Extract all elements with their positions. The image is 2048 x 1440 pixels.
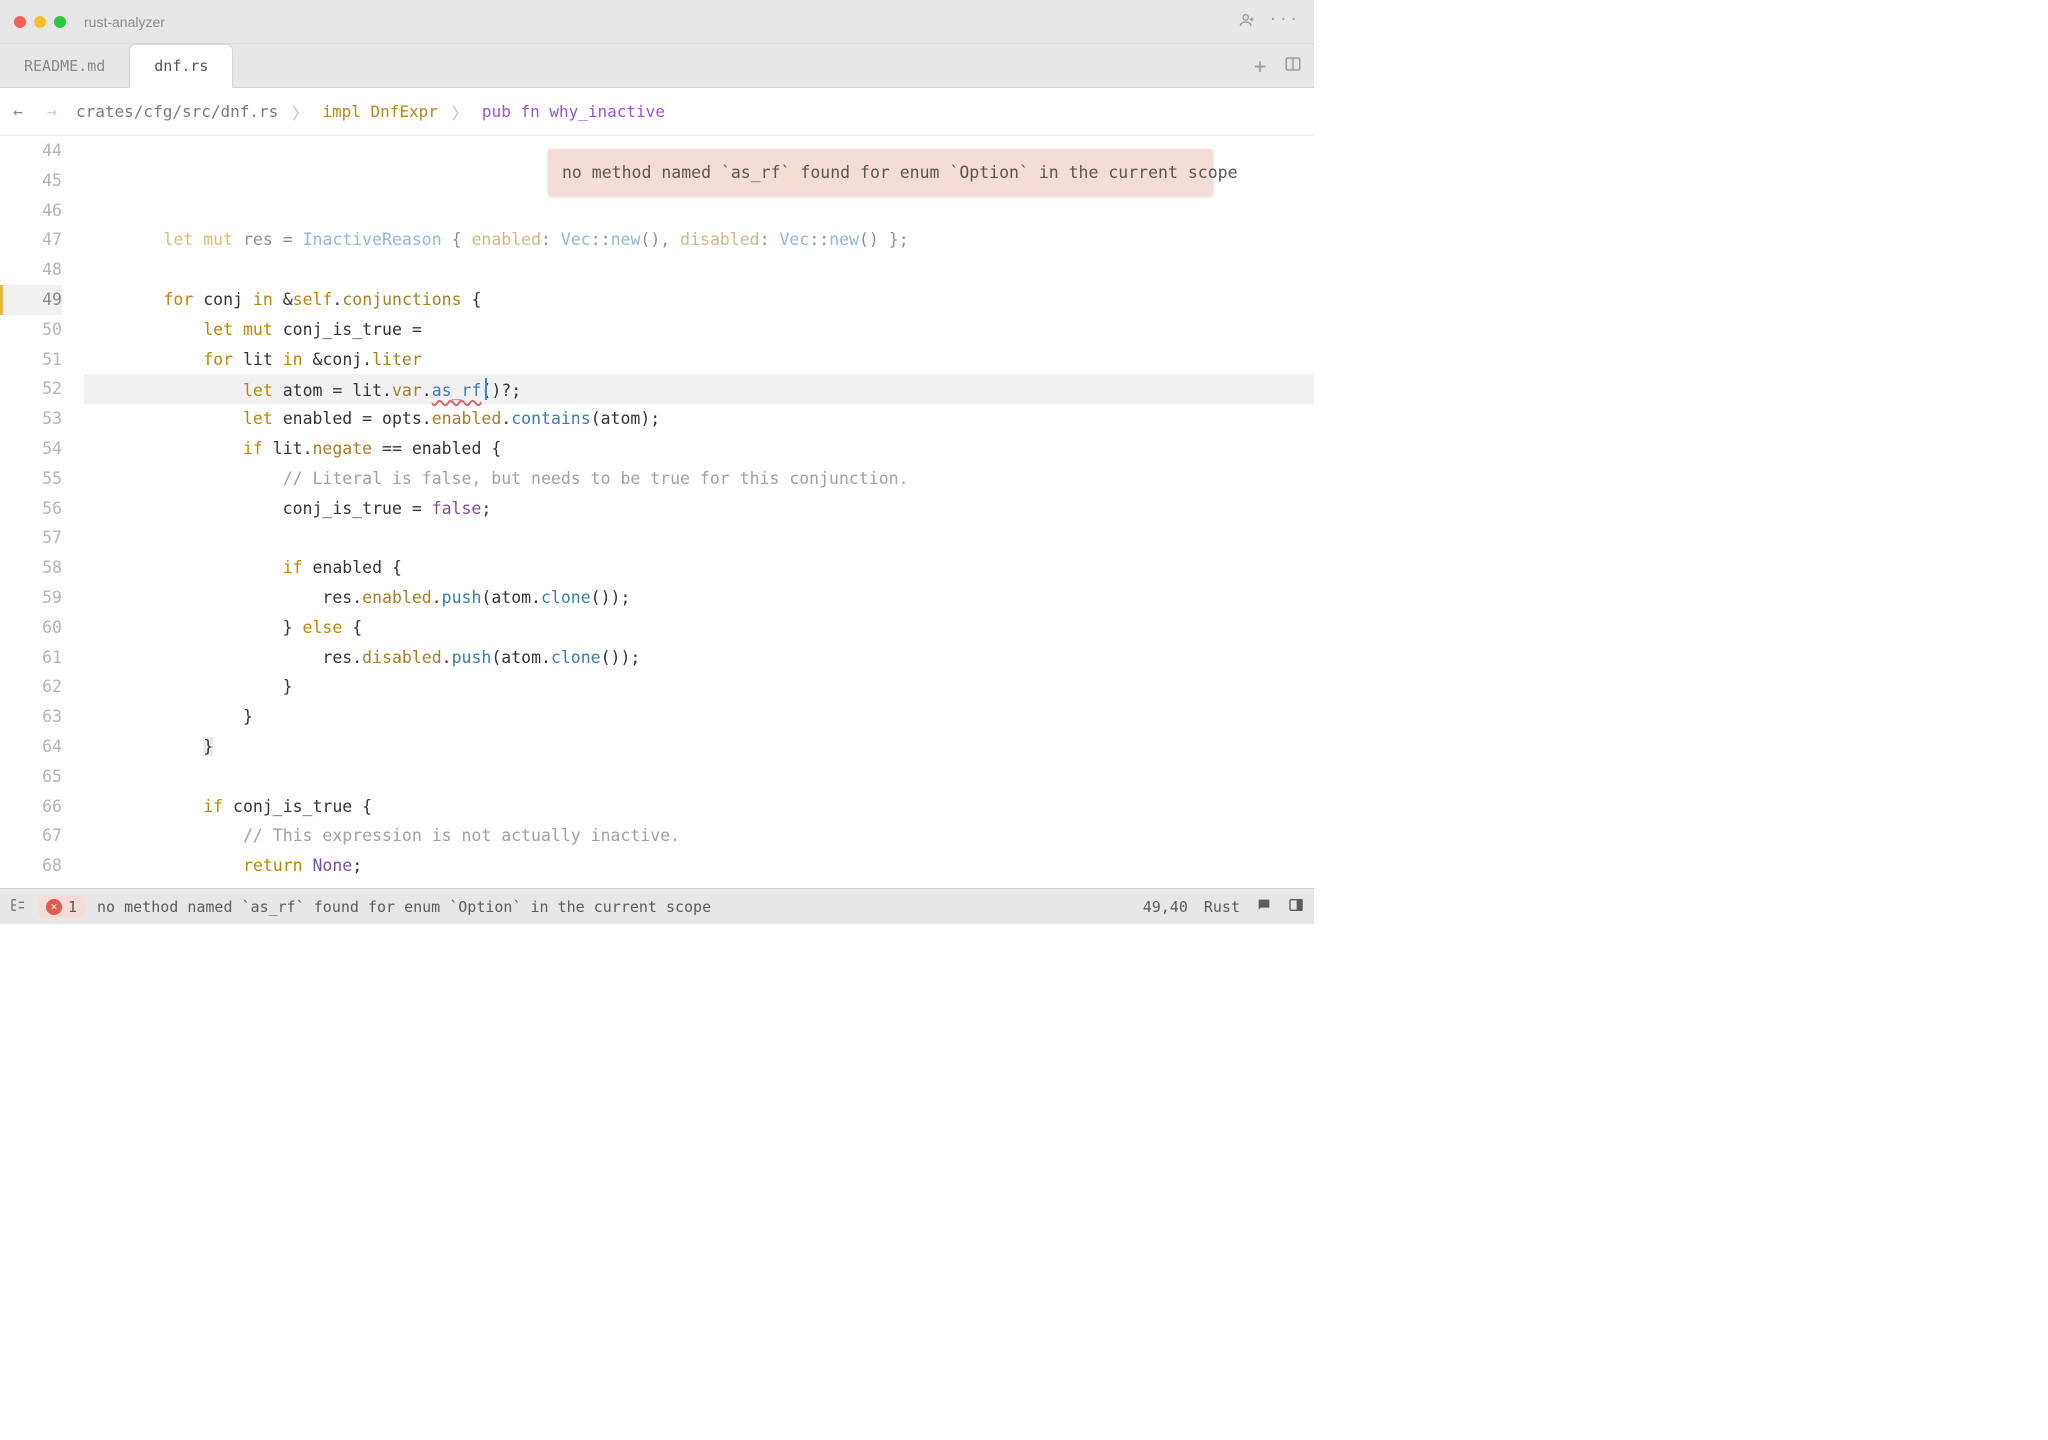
titlebar: rust-analyzer ··· [0,0,1314,44]
app-title: rust-analyzer [84,14,165,30]
error-count: 1 [68,898,77,916]
code-line[interactable]: } else { [84,613,1314,643]
code-line[interactable]: } [84,881,1314,888]
code-line[interactable] [84,523,1314,553]
add-user-icon[interactable] [1239,12,1255,32]
code-line[interactable]: let enabled = opts.enabled.contains(atom… [84,404,1314,434]
new-tab-button[interactable]: + [1244,54,1276,78]
project-tree-icon[interactable] [10,897,26,917]
nav-back-button[interactable]: ← [8,102,28,121]
code-line[interactable]: res.enabled.push(atom.clone()); [84,583,1314,613]
code-line[interactable]: conj_is_true = false; [84,494,1314,524]
code-line[interactable]: } [84,672,1314,702]
code-line[interactable]: if enabled { [84,553,1314,583]
language-mode[interactable]: Rust [1204,898,1240,916]
window-traffic-lights [14,16,66,28]
code-line[interactable]: for conj in &self.conjunctions { [84,285,1314,315]
code-line[interactable]: if conj_is_true { [84,792,1314,822]
diagnostic-hover: no method named `as_rf` found for enum `… [548,149,1213,196]
chevron-right-icon: 〉 [452,100,468,124]
code-line[interactable]: // This expression is not actually inact… [84,821,1314,851]
code-line[interactable]: let mut res = InactiveReason { enabled: … [84,225,1314,255]
chevron-right-icon: 〉 [292,100,308,124]
status-bar: ✕ 1 no method named `as_rf` found for en… [0,888,1314,924]
split-editor-icon[interactable] [1284,55,1302,77]
breadcrumb-path[interactable]: crates/cfg/src/dnf.rs [76,102,278,121]
code-line[interactable]: if lit.negate == enabled { [84,434,1314,464]
nav-forward-button[interactable]: → [42,102,62,121]
error-icon: ✕ [46,899,62,915]
code-line[interactable]: let atom = lit.var.as_rf()?; [84,374,1314,404]
code-area[interactable]: no method named `as_rf` found for enum `… [84,136,1314,888]
minimize-window-button[interactable] [34,16,46,28]
code-line[interactable]: let mut conj_is_true = [84,315,1314,345]
code-line[interactable]: return None; [84,851,1314,881]
panel-toggle-icon[interactable] [1288,897,1304,917]
code-line[interactable]: } [84,702,1314,732]
line-number-gutter: 4445464748495051525354555657585960616263… [0,136,84,888]
breadcrumb-impl[interactable]: impl DnfExpr [322,102,438,121]
breadcrumb-fn[interactable]: pub fn why_inactive [482,102,665,121]
code-line[interactable] [84,762,1314,792]
breadcrumb-bar: ← → crates/cfg/src/dnf.rs 〉 impl DnfExpr… [0,88,1314,136]
code-line[interactable]: } [84,732,1314,762]
code-line[interactable]: for lit in &conj.liter [84,345,1314,375]
code-line[interactable] [84,255,1314,285]
tab-dnf-rs[interactable]: dnf.rs [129,44,233,88]
error-count-badge[interactable]: ✕ 1 [38,896,85,918]
more-icon[interactable]: ··· [1269,12,1300,32]
feedback-icon[interactable] [1256,897,1272,917]
maximize-window-button[interactable] [54,16,66,28]
code-line[interactable]: res.disabled.push(atom.clone()); [84,643,1314,673]
tab-bar: README.mddnf.rs + [0,44,1314,88]
cursor-position[interactable]: 49,40 [1143,898,1188,916]
code-line[interactable]: // Literal is false, but needs to be tru… [84,464,1314,494]
status-error-message[interactable]: no method named `as_rf` found for enum `… [97,898,711,916]
code-editor[interactable]: 4445464748495051525354555657585960616263… [0,136,1314,888]
close-window-button[interactable] [14,16,26,28]
tab-README-md[interactable]: README.md [0,44,129,87]
